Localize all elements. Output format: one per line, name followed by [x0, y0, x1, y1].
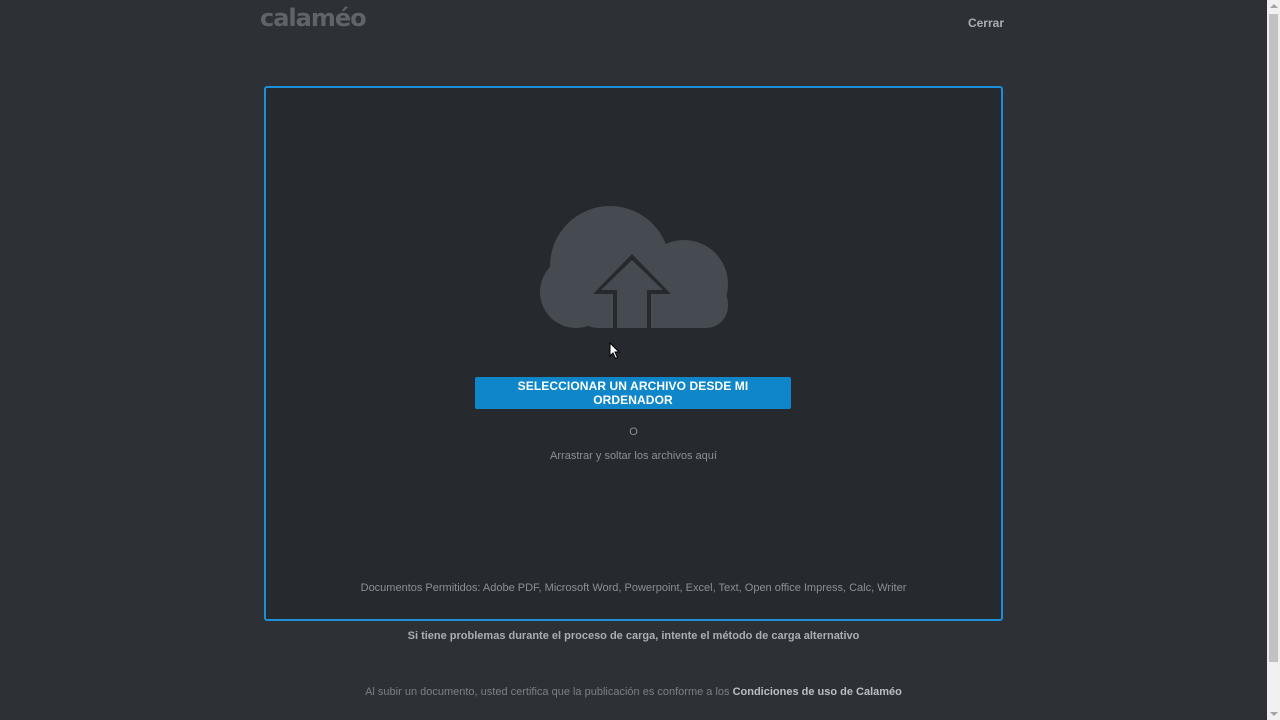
drag-drop-instructions: Arrastrar y soltar los archivos aquí [550, 450, 717, 462]
upload-dropzone[interactable]: SELECCIONAR UN ARCHIVO DESDE MI ORDENADO… [264, 86, 1003, 621]
terms-notice: Al subir un documento, usted certifica q… [264, 686, 1003, 698]
mouse-cursor-icon [609, 342, 621, 360]
upload-page: calaméo Cerrar SELECCIONAR UN ARCHIVO DE… [0, 0, 1267, 720]
calameo-logo[interactable]: calaméo [260, 4, 367, 32]
select-file-button[interactable]: SELECCIONAR UN ARCHIVO DESDE MI ORDENADO… [475, 377, 791, 409]
close-link[interactable]: Cerrar [968, 16, 1004, 30]
scroll-thumb[interactable] [1269, 14, 1278, 662]
terms-of-use-link[interactable]: Condiciones de uso de Calaméo [733, 686, 902, 698]
cloud-upload-icon [540, 206, 728, 328]
allowed-formats-text: Documentos Permitidos: Adobe PDF, Micros… [360, 582, 907, 594]
or-label: O [629, 426, 638, 438]
vertical-scrollbar[interactable] [1267, 0, 1280, 720]
scroll-down-arrow-icon[interactable] [1270, 712, 1278, 716]
alternative-upload-link[interactable]: Si tiene problemas durante el proceso de… [264, 630, 1003, 642]
terms-prefix: Al subir un documento, usted certifica q… [365, 686, 733, 698]
scroll-up-arrow-icon[interactable] [1270, 4, 1278, 8]
